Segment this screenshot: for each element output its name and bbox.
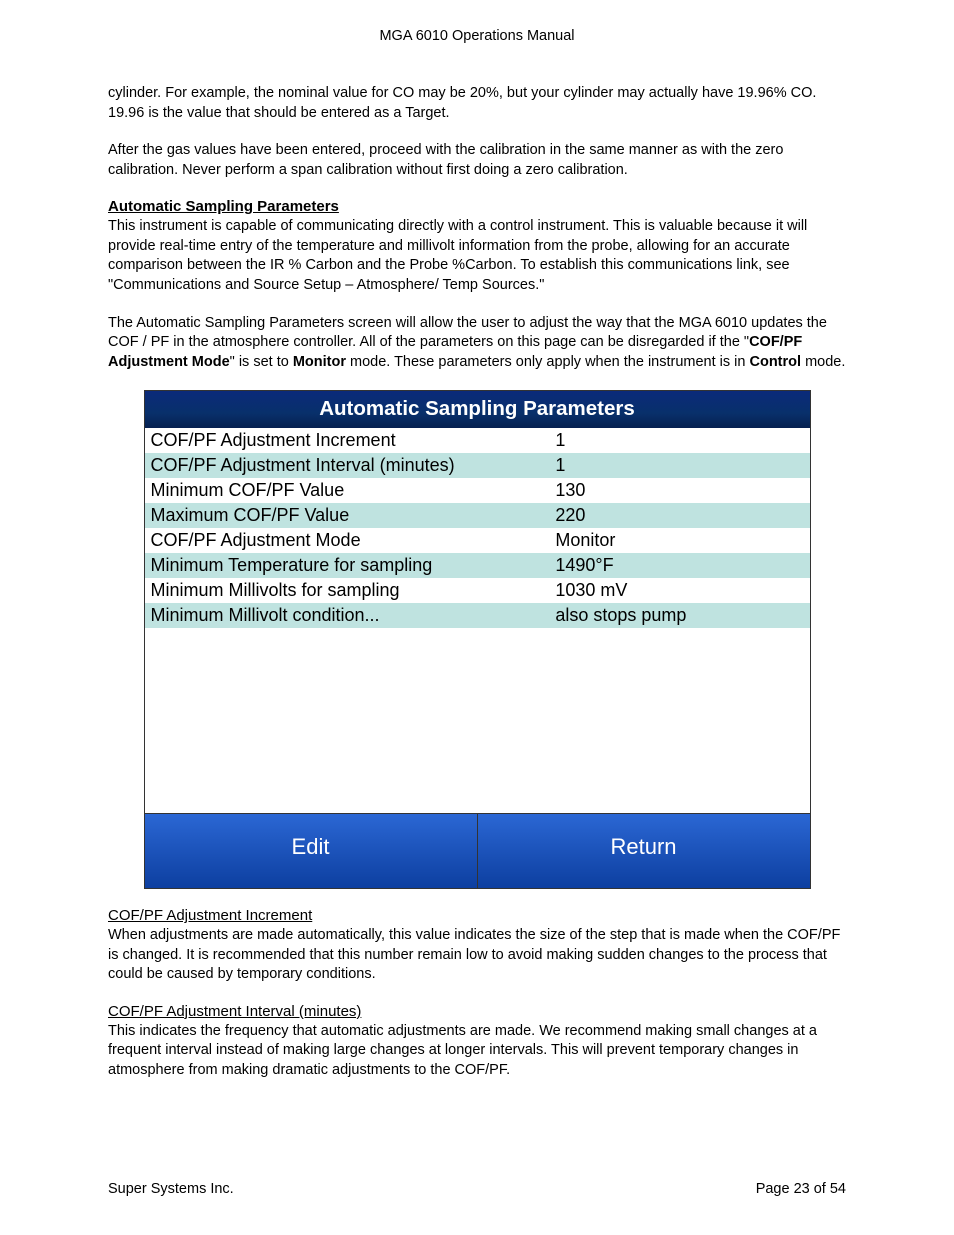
parameter-row[interactable]: Minimum Millivolt condition... also stop…: [145, 603, 810, 628]
parameter-value: Monitor: [555, 531, 803, 549]
section-title: Automatic Sampling Parameters: [108, 198, 846, 215]
footer-page-number: Page 23 of 54: [756, 1181, 846, 1197]
parameter-value: 1490°F: [555, 556, 803, 574]
parameter-row[interactable]: COF/PF Adjustment Mode Monitor: [145, 528, 810, 553]
page-footer: Super Systems Inc. Page 23 of 54: [108, 1181, 846, 1197]
parameter-list: COF/PF Adjustment Increment 1 COF/PF Adj…: [145, 428, 810, 628]
parameter-value: 1: [555, 456, 803, 474]
text-run: mode.: [801, 354, 845, 370]
text-bold: Control: [750, 354, 802, 370]
blank-area: [145, 628, 810, 813]
parameter-label: Minimum COF/PF Value: [151, 481, 556, 499]
parameter-value: 1: [555, 431, 803, 449]
text-run: mode. These parameters only apply when t…: [346, 354, 750, 370]
paragraph: This instrument is capable of communicat…: [108, 217, 846, 295]
parameter-label: COF/PF Adjustment Increment: [151, 431, 556, 449]
parameter-label: Minimum Temperature for sampling: [151, 556, 556, 574]
parameter-value: 1030 mV: [555, 581, 803, 599]
parameter-row[interactable]: Minimum Millivolts for sampling 1030 mV: [145, 578, 810, 603]
button-bar: Edit Return: [145, 813, 810, 888]
text-run: The Automatic Sampling Parameters screen…: [108, 315, 827, 351]
parameter-row[interactable]: Minimum Temperature for sampling 1490°F: [145, 553, 810, 578]
paragraph: cylinder. For example, the nominal value…: [108, 84, 846, 123]
parameter-value: 220: [555, 506, 803, 524]
parameter-label: COF/PF Adjustment Mode: [151, 531, 556, 549]
parameter-value: 130: [555, 481, 803, 499]
paragraph: The Automatic Sampling Parameters screen…: [108, 314, 846, 373]
subsection-title: COF/PF Adjustment Interval (minutes): [108, 1003, 846, 1020]
paragraph: When adjustments are made automatically,…: [108, 926, 846, 985]
parameter-row[interactable]: Maximum COF/PF Value 220: [145, 503, 810, 528]
document-page: MGA 6010 Operations Manual cylinder. For…: [0, 0, 954, 1235]
subsection-title: COF/PF Adjustment Increment: [108, 907, 846, 924]
parameter-label: Minimum Millivolt condition...: [151, 606, 556, 624]
paragraph: This indicates the frequency that automa…: [108, 1022, 846, 1081]
parameter-row[interactable]: COF/PF Adjustment Increment 1: [145, 428, 810, 453]
return-button[interactable]: Return: [477, 813, 810, 888]
edit-button[interactable]: Edit: [145, 813, 477, 888]
device-screenshot: Automatic Sampling Parameters COF/PF Adj…: [144, 390, 811, 889]
parameter-label: COF/PF Adjustment Interval (minutes): [151, 456, 556, 474]
page-header: MGA 6010 Operations Manual: [108, 28, 846, 44]
parameter-label: Maximum COF/PF Value: [151, 506, 556, 524]
paragraph: After the gas values have been entered, …: [108, 141, 846, 180]
footer-company: Super Systems Inc.: [108, 1181, 234, 1197]
parameter-row[interactable]: Minimum COF/PF Value 130: [145, 478, 810, 503]
parameter-label: Minimum Millivolts for sampling: [151, 581, 556, 599]
screen-title: Automatic Sampling Parameters: [145, 391, 810, 428]
text-bold: Monitor: [293, 354, 346, 370]
text-run: " is set to: [230, 354, 293, 370]
parameter-row[interactable]: COF/PF Adjustment Interval (minutes) 1: [145, 453, 810, 478]
parameter-value: also stops pump: [555, 606, 803, 624]
